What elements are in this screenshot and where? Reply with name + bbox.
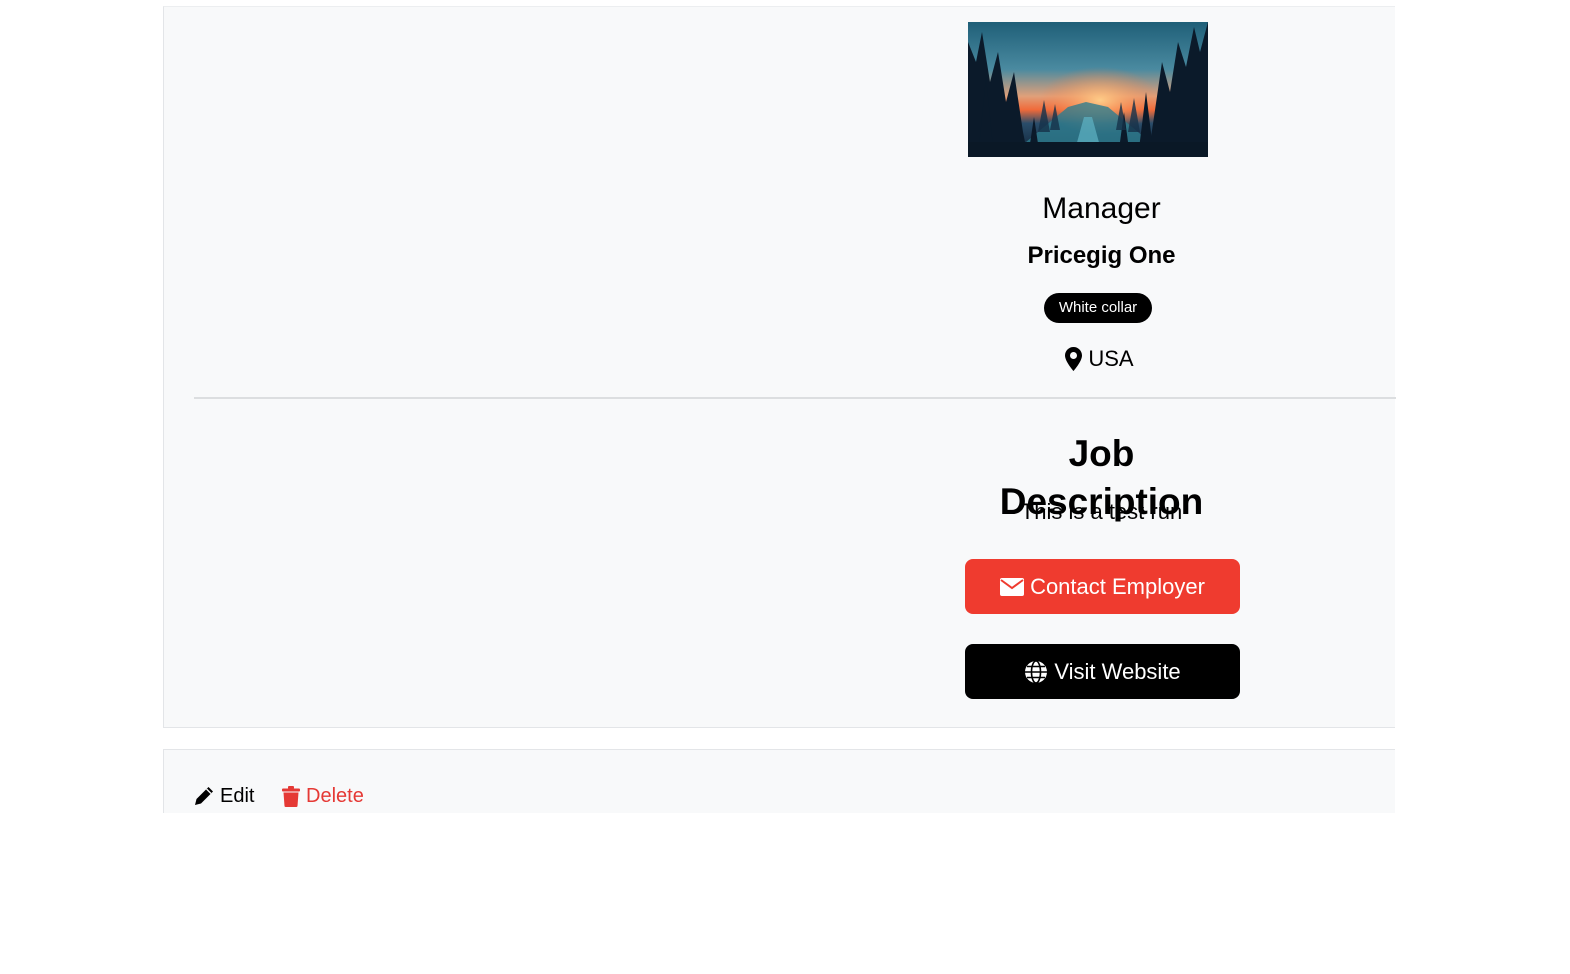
job-description-text: This is a test run [1020,499,1183,524]
job-title: Manager [1042,192,1161,225]
job-location: USA [964,344,1239,374]
job-detail-card: Manager Pricegig One White collar USA Jo… [163,6,1396,728]
category-badge: White collar [1044,293,1152,323]
company-name: Pricegig One [1027,242,1176,269]
company-logo-image [968,22,1208,157]
job-actions-bar: Edit Delete [163,749,1395,813]
divider [194,397,1396,399]
map-marker-icon [1065,347,1083,371]
contact-employer-button[interactable]: Contact Employer [965,559,1240,614]
contact-employer-label: Contact Employer [1030,573,1205,599]
edit-label: Edit [220,785,255,807]
globe-icon [1025,659,1048,684]
edit-link[interactable]: Edit [194,783,254,809]
location-text: USA [1088,346,1134,371]
delete-label: Delete [306,785,364,807]
pencil-icon [195,787,213,805]
delete-link[interactable]: Delete [282,783,364,809]
trash-icon [282,785,300,807]
envelope-icon [1000,577,1025,596]
visit-website-button[interactable]: Visit Website [965,644,1240,699]
visit-website-label: Visit Website [1054,658,1181,684]
